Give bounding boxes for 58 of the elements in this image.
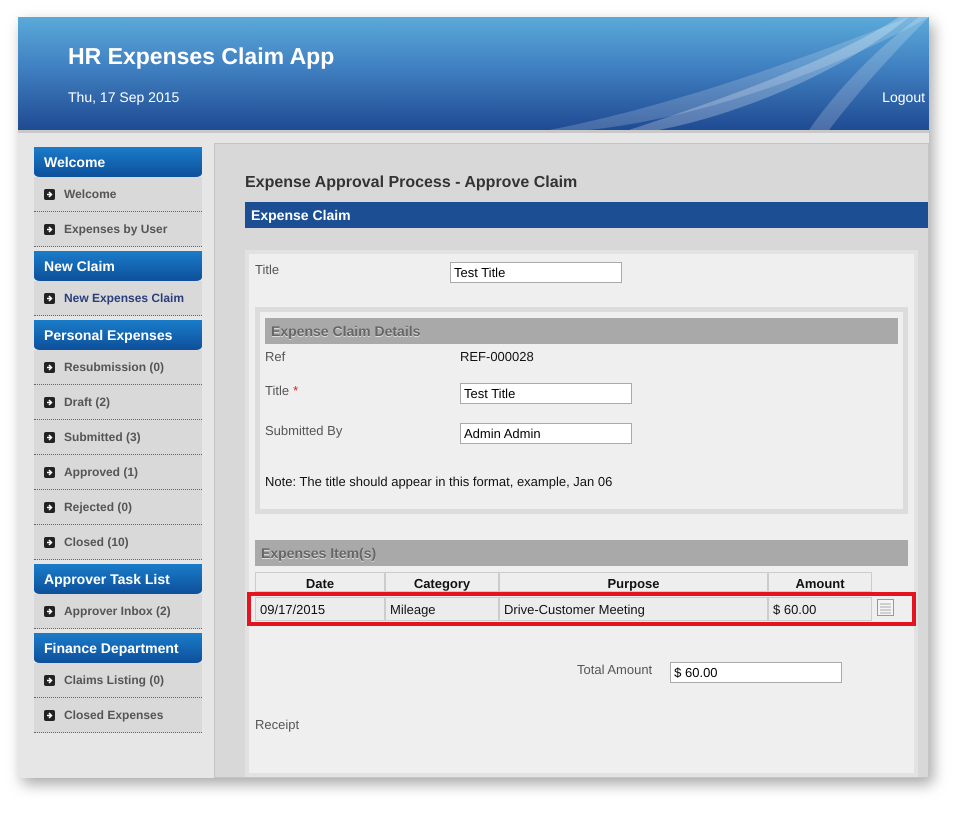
note-text: Note: The title should appear in this format, example, Jan 06 (265, 474, 614, 489)
column-header: Date (255, 572, 385, 592)
arrow-icon (44, 606, 55, 616)
receipt-label: Receipt (255, 717, 300, 732)
sidebar-item[interactable]: Closed (10) (34, 525, 202, 560)
arrow-icon (44, 432, 55, 442)
date-text: Thu, 17 Sep 2015 (68, 89, 180, 105)
group-heading: Expenses Item(s) (255, 540, 908, 566)
sidebar-item[interactable]: New Expenses Claim (34, 281, 202, 316)
sidebar-item[interactable]: Closed Expenses (34, 698, 202, 733)
input-field[interactable]: Admin Admin (460, 423, 632, 444)
ref-value: REF-000028 (460, 349, 534, 364)
arrow-icon (44, 710, 55, 720)
required-mark: * (293, 383, 298, 398)
field-label: Ref (265, 349, 286, 364)
arrow-icon (44, 502, 55, 512)
group-heading: Expense Claim Details (265, 318, 898, 344)
sidebar-heading: Finance Department (34, 633, 202, 663)
sidebar-heading: Welcome (34, 147, 202, 177)
arrow-icon (44, 466, 55, 478)
table-cell: 09/17/2015 (255, 597, 385, 621)
table-cell: Mileage (385, 597, 499, 621)
app-title: HR Expenses Claim App (68, 43, 336, 70)
arrow-icon (44, 396, 55, 408)
column-header: Purpose (499, 572, 768, 592)
sidebar-item[interactable]: Submitted (3) (34, 420, 202, 455)
column-header: Category (385, 572, 499, 592)
sidebar-item[interactable]: Resubmission (0) (34, 350, 202, 385)
sidebar-item[interactable]: Approver Inbox (2) (34, 594, 202, 629)
input-field[interactable]: Test Title (460, 383, 632, 404)
arrow-icon (44, 362, 55, 372)
sidebar-item[interactable]: Rejected (0) (34, 490, 202, 525)
arrow-icon (44, 536, 55, 548)
title-field[interactable]: Test Title (450, 262, 622, 283)
list-icon[interactable] (877, 599, 894, 616)
sidebar-item[interactable]: Expenses by User (34, 212, 202, 247)
column-header: Amount (768, 572, 872, 592)
total-label: Total Amount (577, 662, 652, 677)
sidebar-item[interactable]: Approved (1) (34, 455, 202, 490)
arrow-icon (44, 292, 55, 304)
logout-link[interactable]: Logout (882, 89, 925, 105)
arrow-icon (44, 224, 55, 234)
page-title: Expense Approval Process - Approve Claim (245, 174, 578, 193)
sidebar-heading: Personal Expenses (34, 320, 202, 350)
table-cell: $ 60.00 (768, 597, 872, 621)
sidebar-item[interactable]: Draft (2) (34, 385, 202, 420)
field-label: Title (265, 383, 290, 398)
section-bar: Expense Claim (245, 202, 928, 228)
field-label: Title (255, 262, 280, 277)
arrow-icon (44, 188, 55, 200)
table-cell: Drive-Customer Meeting (499, 597, 768, 621)
arrow-icon (44, 674, 55, 686)
sidebar-item[interactable]: Claims Listing (0) (34, 663, 202, 698)
sidebar-item[interactable]: Welcome (34, 177, 202, 212)
field-label: Submitted By (265, 423, 342, 438)
sidebar-heading: Approver Task List (34, 564, 202, 594)
sidebar-heading: New Claim (34, 251, 202, 281)
total-field[interactable]: $ 60.00 (670, 662, 842, 683)
